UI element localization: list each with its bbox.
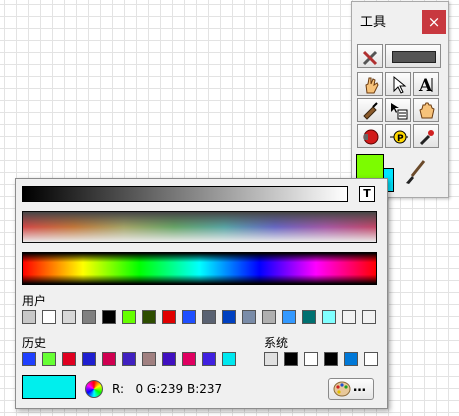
tools-auto-icon <box>362 50 378 66</box>
user-color-swatch[interactable] <box>42 310 56 324</box>
user-color-swatch[interactable] <box>82 310 96 324</box>
wire-tool-button[interactable] <box>357 98 383 122</box>
history-color-swatch[interactable] <box>42 352 56 366</box>
history-colors-row <box>22 352 252 368</box>
user-color-swatch[interactable] <box>102 310 116 324</box>
close-button[interactable]: × <box>422 10 446 34</box>
system-color-swatch[interactable] <box>344 352 358 366</box>
history-color-swatch[interactable] <box>22 352 36 366</box>
user-color-swatch[interactable] <box>162 310 176 324</box>
edit-text-icon: A <box>418 76 433 95</box>
history-color-swatch[interactable] <box>142 352 156 366</box>
user-color-swatch[interactable] <box>22 310 36 324</box>
position-arrow-icon <box>393 75 407 94</box>
user-color-swatch[interactable] <box>362 310 376 324</box>
user-colors-row <box>22 310 382 326</box>
user-color-swatch[interactable] <box>62 310 76 324</box>
tone-palette[interactable] <box>22 211 377 243</box>
transparent-color-button[interactable]: T <box>359 186 375 202</box>
user-color-swatch[interactable] <box>202 310 216 324</box>
history-colors-label: 历史 <box>22 336 47 350</box>
text-tool-button[interactable]: A <box>413 72 439 96</box>
system-color-swatch[interactable] <box>364 352 378 366</box>
user-color-swatch[interactable] <box>262 310 276 324</box>
svg-text:P: P <box>397 134 404 144</box>
system-color-swatch[interactable] <box>324 352 338 366</box>
user-color-swatch[interactable] <box>322 310 336 324</box>
auto-tool-button[interactable] <box>357 44 383 68</box>
color-picker-popup: T 用户 历史 系统 R: 0 G:239 B:237 … <box>15 178 388 409</box>
system-color-swatch[interactable] <box>304 352 318 366</box>
probe-tool-button[interactable]: P <box>385 124 411 148</box>
history-color-swatch[interactable] <box>182 352 196 366</box>
rgb-value-readout: R: 0 G:239 B:237 <box>112 382 223 396</box>
grayscale-ramp[interactable] <box>22 186 348 202</box>
history-color-swatch[interactable] <box>162 352 176 366</box>
current-color-preview <box>22 375 76 399</box>
user-color-swatch[interactable] <box>142 310 156 324</box>
user-color-swatch[interactable] <box>122 310 136 324</box>
tools-title: 工具 <box>360 15 387 30</box>
set-color-tool-button[interactable] <box>400 158 430 190</box>
palette-icon <box>333 381 351 397</box>
user-color-swatch[interactable] <box>302 310 316 324</box>
system-color-swatch[interactable] <box>284 352 298 366</box>
user-color-swatch[interactable] <box>342 310 356 324</box>
system-color-swatch[interactable] <box>264 352 278 366</box>
history-color-swatch[interactable] <box>122 352 136 366</box>
auto-select-toggle[interactable] <box>385 44 441 68</box>
system-colors-row <box>264 352 382 368</box>
get-color-icon <box>419 130 434 146</box>
get-color-tool-button[interactable] <box>413 124 439 148</box>
more-colors-button[interactable]: … <box>328 378 374 400</box>
user-color-swatch[interactable] <box>242 310 256 324</box>
history-color-swatch[interactable] <box>222 352 236 366</box>
history-color-swatch[interactable] <box>82 352 96 366</box>
tools-palette: 工具 × A P <box>351 1 449 198</box>
history-color-swatch[interactable] <box>62 352 76 366</box>
scroll-tool-button[interactable] <box>413 98 439 122</box>
auto-select-indicator <box>392 51 436 63</box>
probe-icon: P <box>390 130 408 144</box>
user-colors-label: 用户 <box>22 294 47 308</box>
user-color-swatch[interactable] <box>182 310 196 324</box>
shortcut-menu-tool-button[interactable] <box>385 98 411 122</box>
scroll-hand-icon <box>419 102 435 119</box>
paint-brush-icon <box>406 160 426 184</box>
operate-hand-icon <box>365 77 379 94</box>
position-tool-button[interactable] <box>385 72 411 96</box>
svg-text:A: A <box>418 76 433 95</box>
hue-spectrum[interactable] <box>22 252 377 285</box>
user-color-swatch[interactable] <box>222 310 236 324</box>
shortcut-menu-icon <box>391 103 408 120</box>
color-wheel-icon[interactable] <box>85 380 103 398</box>
user-color-swatch[interactable] <box>282 310 296 324</box>
history-color-swatch[interactable] <box>102 352 116 366</box>
breakpoint-icon <box>363 129 379 145</box>
breakpoint-tool-button[interactable] <box>357 124 383 148</box>
operate-tool-button[interactable] <box>357 72 383 96</box>
more-colors-ellipsis: … <box>353 380 366 395</box>
connect-wire-icon <box>363 102 378 120</box>
history-color-swatch[interactable] <box>202 352 216 366</box>
system-colors-label: 系统 <box>264 336 289 350</box>
